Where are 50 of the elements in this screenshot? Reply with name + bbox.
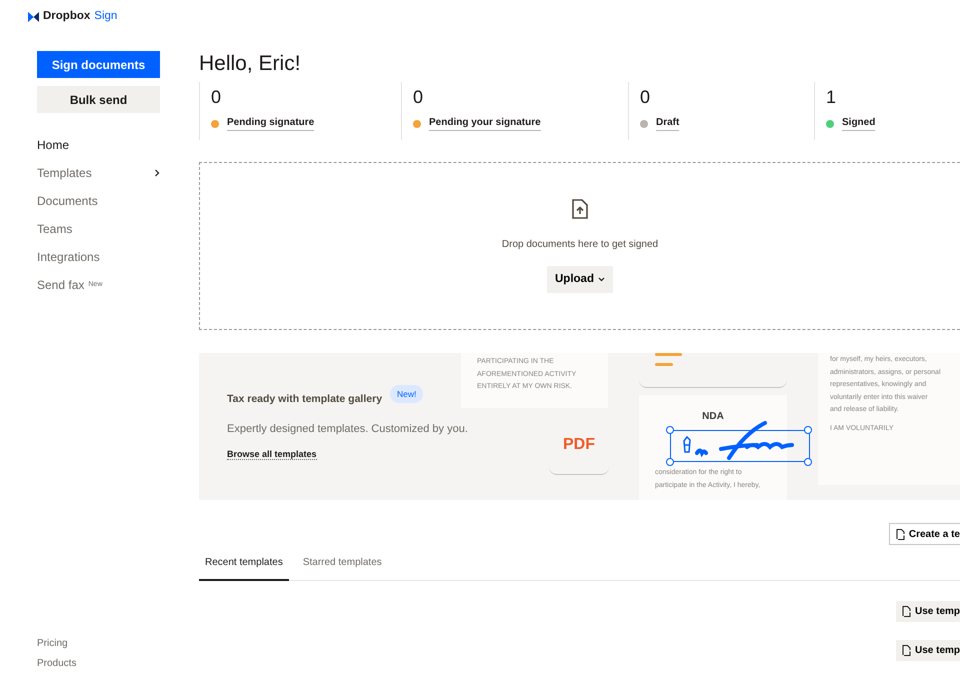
- resize-handle[interactable]: [804, 458, 812, 466]
- banner-description: Expertly designed templates. Customized by you.: [227, 422, 468, 437]
- nav-item[interactable]: Documents: [37, 187, 160, 215]
- document-icon: [902, 645, 911, 656]
- new-badge: New!: [390, 384, 424, 404]
- nav-item[interactable]: Templates: [37, 159, 160, 187]
- stat-card[interactable]: 0 Draft: [628, 82, 814, 140]
- stat-count: 0: [640, 86, 652, 108]
- stat-card[interactable]: 1 Signed: [814, 82, 960, 140]
- stat-card[interactable]: 0 Pending your signature: [401, 82, 628, 140]
- dropzone[interactable]: Drop documents here to get signed Upload: [199, 162, 960, 330]
- sign-documents-button[interactable]: Sign documents: [37, 51, 160, 78]
- new-label: New: [88, 280, 102, 288]
- resize-handle[interactable]: [804, 426, 812, 434]
- logo-icon: [28, 12, 39, 22]
- document-icon: [896, 528, 905, 540]
- dropzone-text: Drop documents here to get signed: [502, 238, 658, 252]
- stat-count: 1: [826, 86, 838, 108]
- footer-link[interactable]: Products: [37, 656, 199, 676]
- stat-label[interactable]: Signed: [842, 116, 876, 131]
- stat-label[interactable]: Pending signature: [227, 116, 314, 131]
- footer-link[interactable]: Pricing: [37, 636, 199, 656]
- chevron-down-icon: [598, 277, 605, 282]
- upload-button[interactable]: Upload: [547, 266, 613, 294]
- create-template-button[interactable]: Create a te: [888, 523, 960, 545]
- stat-label[interactable]: Draft: [656, 116, 680, 131]
- brand-name: Dropbox: [43, 9, 90, 24]
- text-lines-icon: [655, 353, 683, 367]
- product-name: Sign: [94, 9, 118, 24]
- bulk-send-button[interactable]: Bulk send: [37, 86, 160, 113]
- pen-icon: [682, 436, 694, 454]
- greeting-heading: Hello, Eric!: [199, 51, 302, 77]
- nav-item[interactable]: Send fax $^{New}$: [37, 271, 160, 299]
- stat-count: 0: [211, 86, 222, 108]
- upload-file-icon: [572, 199, 588, 219]
- banner-title: Tax ready with template gallery: [227, 392, 382, 407]
- use-template-button[interactable]: Use temp: [896, 601, 960, 622]
- stat-card[interactable]: 0 Pending signature: [199, 82, 401, 140]
- document-icon: [902, 606, 911, 617]
- tab[interactable]: Recent templates: [199, 555, 289, 581]
- document-title: NDA: [701, 410, 725, 424]
- browse-templates-link[interactable]: Browse all templates: [227, 449, 317, 460]
- stat-count: 0: [413, 86, 424, 108]
- stat-label[interactable]: Pending your signature: [429, 116, 541, 131]
- nav-item[interactable]: Home: [37, 131, 160, 159]
- nav-item[interactable]: Teams: [37, 215, 160, 243]
- nav-item[interactable]: Integrations: [37, 243, 160, 271]
- use-template-button[interactable]: Use temp: [896, 640, 960, 661]
- pdf-file-illustration: PDF: [549, 415, 609, 475]
- tab[interactable]: Starred templates: [296, 555, 388, 581]
